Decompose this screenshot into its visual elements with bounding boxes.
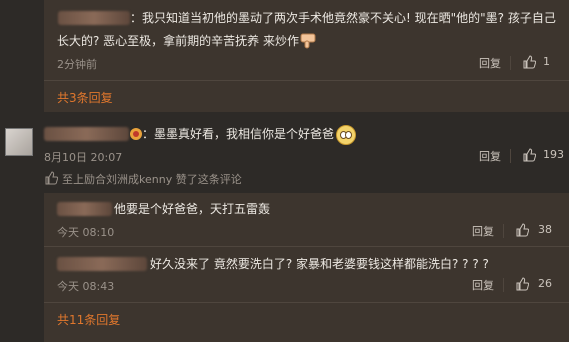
avatar[interactable]	[5, 128, 33, 156]
like-icon[interactable]	[522, 54, 537, 73]
reply-text: 好久没来了 竟然要洗白了? 家暴和老婆要钱这样都能洗白? ? ? ?	[150, 257, 489, 271]
comment-date: 8月10日 20:07	[44, 151, 123, 164]
like-count: 193	[543, 148, 564, 161]
reply-time: 今天 08:10	[57, 226, 115, 239]
divider	[510, 56, 511, 70]
more-replies-link[interactable]: 共11条回复	[57, 311, 120, 328]
blurred-username	[57, 257, 147, 271]
smile-emoji-icon	[336, 124, 356, 145]
divider	[44, 80, 569, 81]
reply-button[interactable]: 回复	[472, 223, 494, 239]
like-icon[interactable]	[515, 276, 530, 295]
comment-time: 2分钟前	[57, 58, 97, 71]
reply-button[interactable]: 回复	[479, 148, 501, 164]
divider	[44, 246, 569, 247]
reply-text: 他要是个好爸爸，天打五雷轰	[114, 202, 271, 216]
reply-button[interactable]: 回复	[472, 277, 494, 293]
like-icon[interactable]	[515, 222, 530, 241]
thumbs-down-emoji-icon	[299, 32, 317, 54]
like-icon[interactable]	[522, 147, 537, 166]
reply-time: 今天 08:43	[57, 280, 115, 293]
liked-thumb-icon	[44, 170, 59, 189]
comment-text-line2: 长大的? 恶心至极，拿前期的辛苦抚养 来炒作	[57, 34, 299, 48]
blurred-username	[44, 127, 129, 141]
divider	[503, 224, 504, 238]
reply-button[interactable]: 回复	[479, 55, 501, 71]
like-count: 26	[538, 277, 552, 290]
comment-text-line1: ：我只知道当初他的墨动了两次手术他竟然豪不关心! 现在晒"他的"墨? 孩子自己	[130, 11, 556, 25]
like-count: 1	[543, 55, 550, 68]
blurred-username	[58, 11, 130, 25]
liked-by-text[interactable]: 至上励合刘洲成kenny 赞了这条评论	[62, 171, 242, 187]
divider	[510, 149, 511, 163]
comment-text: ：墨墨真好看，我相信你是个好爸爸	[142, 127, 335, 141]
more-replies-link[interactable]: 共3条回复	[57, 89, 113, 106]
blurred-username	[57, 202, 112, 216]
divider	[503, 278, 504, 292]
divider	[44, 302, 569, 303]
like-count: 38	[538, 223, 552, 236]
